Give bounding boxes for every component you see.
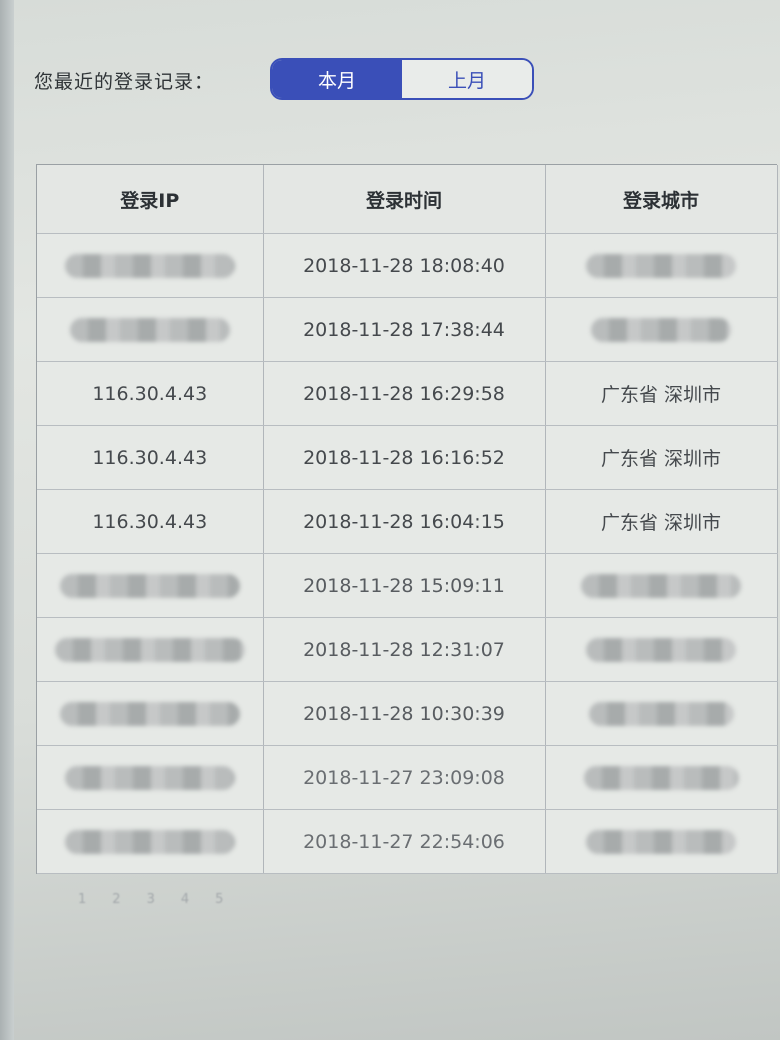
cell-city: 广东省 深圳市 xyxy=(545,425,778,490)
table-row: 2018-11-28 12:31:07 xyxy=(37,617,778,682)
cell-city xyxy=(545,745,778,810)
cell-time: 2018-11-28 16:16:52 xyxy=(263,425,546,490)
table-row: 116.30.4.43 2018-11-28 16:04:15 广东省 深圳市 xyxy=(37,489,778,554)
cell-time: 2018-11-27 23:09:08 xyxy=(263,745,546,810)
redacted-city xyxy=(586,829,736,854)
cell-city xyxy=(545,681,778,746)
cell-time: 2018-11-28 16:04:15 xyxy=(263,489,546,554)
cell-ip xyxy=(37,553,264,618)
cell-city xyxy=(545,233,778,298)
cell-ip: 116.30.4.43 xyxy=(37,425,264,490)
cell-time: 2018-11-28 16:29:58 xyxy=(263,361,546,426)
login-records-label: 您最近的登录记录： xyxy=(34,70,215,93)
cell-time: 2018-11-28 12:31:07 xyxy=(263,617,546,682)
table-row: 2018-11-28 15:09:11 xyxy=(37,553,778,618)
table-row: 116.30.4.43 2018-11-28 16:29:58 广东省 深圳市 xyxy=(37,361,778,426)
cell-city xyxy=(545,617,778,682)
cell-ip: 116.30.4.43 xyxy=(37,489,264,554)
cell-ip xyxy=(37,617,264,682)
redacted-city xyxy=(586,253,736,278)
cell-time: 2018-11-27 22:54:06 xyxy=(263,809,546,874)
table-row: 2018-11-28 10:30:39 xyxy=(37,681,778,746)
cell-ip xyxy=(37,233,264,298)
login-records-table: 登录IP 登录时间 登录城市 2018-11-28 18:08:40 2018-… xyxy=(36,164,778,874)
redacted-ip xyxy=(59,701,240,726)
redacted-city xyxy=(588,701,734,726)
redacted-ip xyxy=(69,317,230,342)
page-link-2[interactable]: 2 xyxy=(112,892,120,907)
cell-city xyxy=(545,553,778,618)
cell-ip xyxy=(37,809,264,874)
column-header-ip: 登录IP xyxy=(37,165,264,234)
column-header-time: 登录时间 xyxy=(263,165,546,234)
pagination: 1 2 3 4 5 xyxy=(78,892,223,907)
table-header-row: 登录IP 登录时间 登录城市 xyxy=(37,165,778,234)
cell-time: 2018-11-28 17:38:44 xyxy=(263,297,546,362)
cell-city xyxy=(545,809,778,874)
table-row: 2018-11-27 22:54:06 xyxy=(37,809,778,874)
cell-city: 广东省 深圳市 xyxy=(545,489,778,554)
redacted-city xyxy=(591,317,731,342)
month-toggle: 本月 上月 xyxy=(270,58,534,100)
redacted-ip xyxy=(59,573,240,598)
table-row: 2018-11-28 17:38:44 xyxy=(37,297,778,362)
tab-this-month[interactable]: 本月 xyxy=(272,60,402,98)
tab-last-month[interactable]: 上月 xyxy=(402,60,532,98)
redacted-ip xyxy=(54,637,245,662)
page-link-3[interactable]: 3 xyxy=(147,892,155,907)
redacted-city xyxy=(583,765,739,790)
cell-ip xyxy=(37,681,264,746)
page-link-1[interactable]: 1 xyxy=(78,892,86,907)
cell-city xyxy=(545,297,778,362)
redacted-city xyxy=(581,573,741,598)
cell-ip: 116.30.4.43 xyxy=(37,361,264,426)
cell-time: 2018-11-28 18:08:40 xyxy=(263,233,546,298)
redacted-ip xyxy=(64,253,235,278)
screen-edge xyxy=(0,0,14,1040)
cell-time: 2018-11-28 10:30:39 xyxy=(263,681,546,746)
cell-ip xyxy=(37,297,264,362)
redacted-ip xyxy=(64,765,235,790)
redacted-ip xyxy=(64,829,235,854)
page-link-4[interactable]: 4 xyxy=(181,892,189,907)
column-header-city: 登录城市 xyxy=(545,165,778,234)
table-row: 2018-11-27 23:09:08 xyxy=(37,745,778,810)
table-row: 2018-11-28 18:08:40 xyxy=(37,233,778,298)
table-row: 116.30.4.43 2018-11-28 16:16:52 广东省 深圳市 xyxy=(37,425,778,490)
cell-ip xyxy=(37,745,264,810)
login-records-header: 您最近的登录记录： xyxy=(34,58,214,102)
page-link-5[interactable]: 5 xyxy=(215,892,223,907)
redacted-city xyxy=(586,637,736,662)
cell-time: 2018-11-28 15:09:11 xyxy=(263,553,546,618)
cell-city: 广东省 深圳市 xyxy=(545,361,778,426)
